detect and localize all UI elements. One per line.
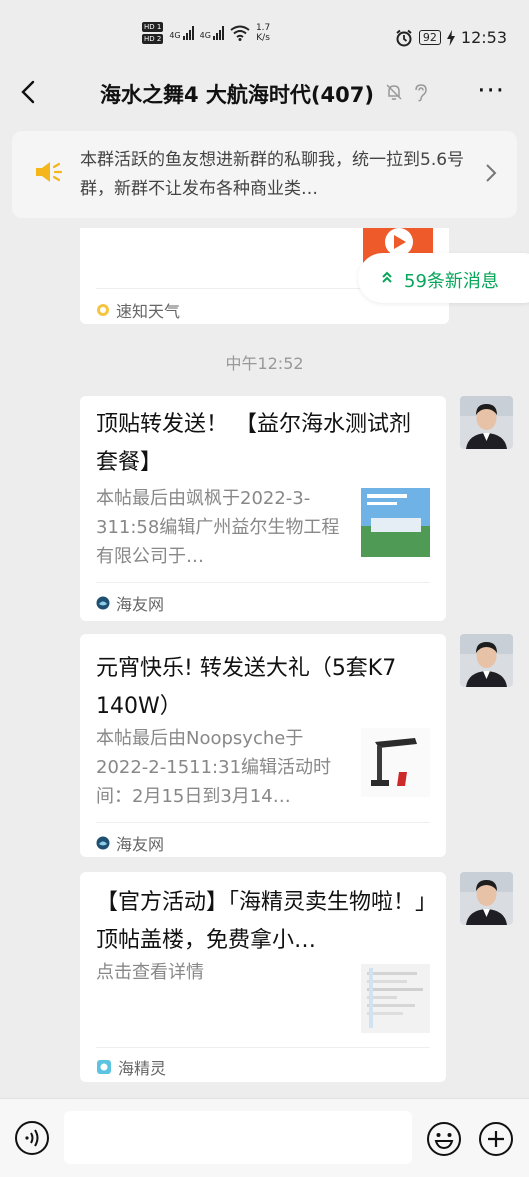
more-options-icon[interactable]: ··· — [477, 76, 505, 106]
network-speed: 1.7 K/s — [256, 23, 270, 43]
clock: 12:53 — [460, 28, 507, 47]
battery-indicator: 92 — [418, 30, 441, 45]
hd1-badge: HD 1 — [142, 22, 164, 32]
voice-input-icon[interactable] — [14, 1120, 50, 1156]
speed-unit: K/s — [256, 33, 270, 43]
status-left: HD 1 HD 2 4G 4G 1.7 K/s — [142, 22, 270, 44]
hd-indicator: HD 1 HD 2 — [142, 22, 164, 44]
chat-header: 海水之舞4 大航海时代(407) ··· — [0, 70, 529, 116]
card-divider — [96, 822, 430, 823]
status-right: 92 12:53 — [395, 28, 507, 47]
message-input[interactable] — [64, 1111, 412, 1164]
card-divider — [96, 582, 430, 583]
card-source-name: 海友网 — [116, 835, 165, 854]
card-source: 海友网 — [96, 831, 164, 855]
weather-app-icon — [97, 304, 109, 316]
emoji-icon[interactable] — [426, 1121, 462, 1157]
speed-value: 1.7 — [255, 23, 271, 33]
card-title: 【官方活动】「海精灵卖生物啦！」顶帖盖楼，免费拿小… — [96, 890, 427, 953]
avatar[interactable] — [460, 396, 513, 449]
wifi-icon — [230, 25, 250, 41]
new-messages-button[interactable]: 59条新消息 — [358, 253, 529, 303]
status-bar: HD 1 HD 2 4G 4G 1.7 K/s 92 12:53 — [0, 0, 529, 70]
link-card-2[interactable]: 元宵快乐! 转发送大礼（5套K7 140W） 本帖最后由Noopsyche于20… — [80, 634, 446, 857]
card-source-name: 海精灵 — [118, 1059, 167, 1078]
chat-status-icons — [384, 82, 430, 102]
haijingling-app-icon — [97, 1060, 111, 1074]
back-arrow-icon[interactable] — [16, 78, 42, 106]
chat-timestamp: 中午12:52 — [225, 354, 304, 373]
mute-bell-icon — [386, 84, 402, 100]
card-source-name: 速知天气 — [116, 302, 181, 321]
double-chevron-up-icon — [382, 271, 392, 283]
card-thumbnail — [361, 728, 430, 797]
alarm-icon — [396, 29, 412, 46]
card-divider — [96, 1047, 430, 1048]
card-description: 本帖最后由飒枫于2022-3-311:58编辑广州益尔生物工程有限公司于… — [96, 488, 340, 567]
chat-title: 海水之舞4 大航海时代(407) — [100, 83, 374, 107]
link-card-1[interactable]: 顶贴转发送！ 【益尔海水测试剂套餐】 本帖最后由飒枫于2022-3-311:58… — [80, 396, 446, 621]
haiyou-app-icon — [96, 596, 110, 610]
charging-icon — [446, 29, 455, 46]
avatar[interactable] — [460, 634, 513, 687]
new-messages-label: 59条新消息 — [404, 271, 499, 292]
signal-bars-icon — [212, 26, 224, 40]
link-card-3[interactable]: 【官方活动】「海精灵卖生物啦！」顶帖盖楼，免费拿小… 点击查看详情 海精灵 — [80, 872, 446, 1082]
card-thumbnail — [361, 488, 430, 557]
notice-text: 本群活跃的鱼友想进新群的私聊我，统一拉到5.6号群，新群不让发布各种商业类… — [80, 150, 465, 199]
card-source: 海精灵 — [96, 1055, 166, 1079]
card-source: 海友网 — [96, 591, 164, 615]
signal-1: 4G — [169, 26, 194, 40]
card-source: 速知天气 — [96, 298, 180, 322]
avatar[interactable] — [460, 872, 513, 925]
card-title: 元宵快乐! 转发送大礼（5套K7 140W） — [96, 656, 397, 719]
signal-2: 4G — [200, 26, 224, 40]
network-type-2: 4G — [199, 31, 211, 40]
chevron-right-icon — [486, 164, 497, 182]
haiyou-app-icon — [96, 836, 110, 850]
card-thumbnail — [361, 964, 430, 1033]
chat-input-bar — [0, 1098, 529, 1177]
hd2-badge: HD 2 — [142, 34, 164, 44]
group-notice-banner[interactable]: 本群活跃的鱼友想进新群的私聊我，统一拉到5.6号群，新群不让发布各种商业类… — [12, 131, 517, 218]
add-attachment-icon[interactable] — [478, 1121, 514, 1157]
card-source-name: 海友网 — [116, 595, 165, 614]
megaphone-icon — [36, 162, 63, 182]
card-title: 顶贴转发送！ 【益尔海水测试剂套餐】 — [96, 412, 411, 475]
signal-bars-icon — [182, 26, 194, 40]
card-description: 点击查看详情 — [96, 962, 204, 983]
card-description: 本帖最后由Noopsyche于2022-2-1511:31编辑活动时间：2月15… — [96, 728, 332, 807]
earpiece-icon — [415, 84, 427, 102]
network-type-1: 4G — [169, 31, 181, 40]
